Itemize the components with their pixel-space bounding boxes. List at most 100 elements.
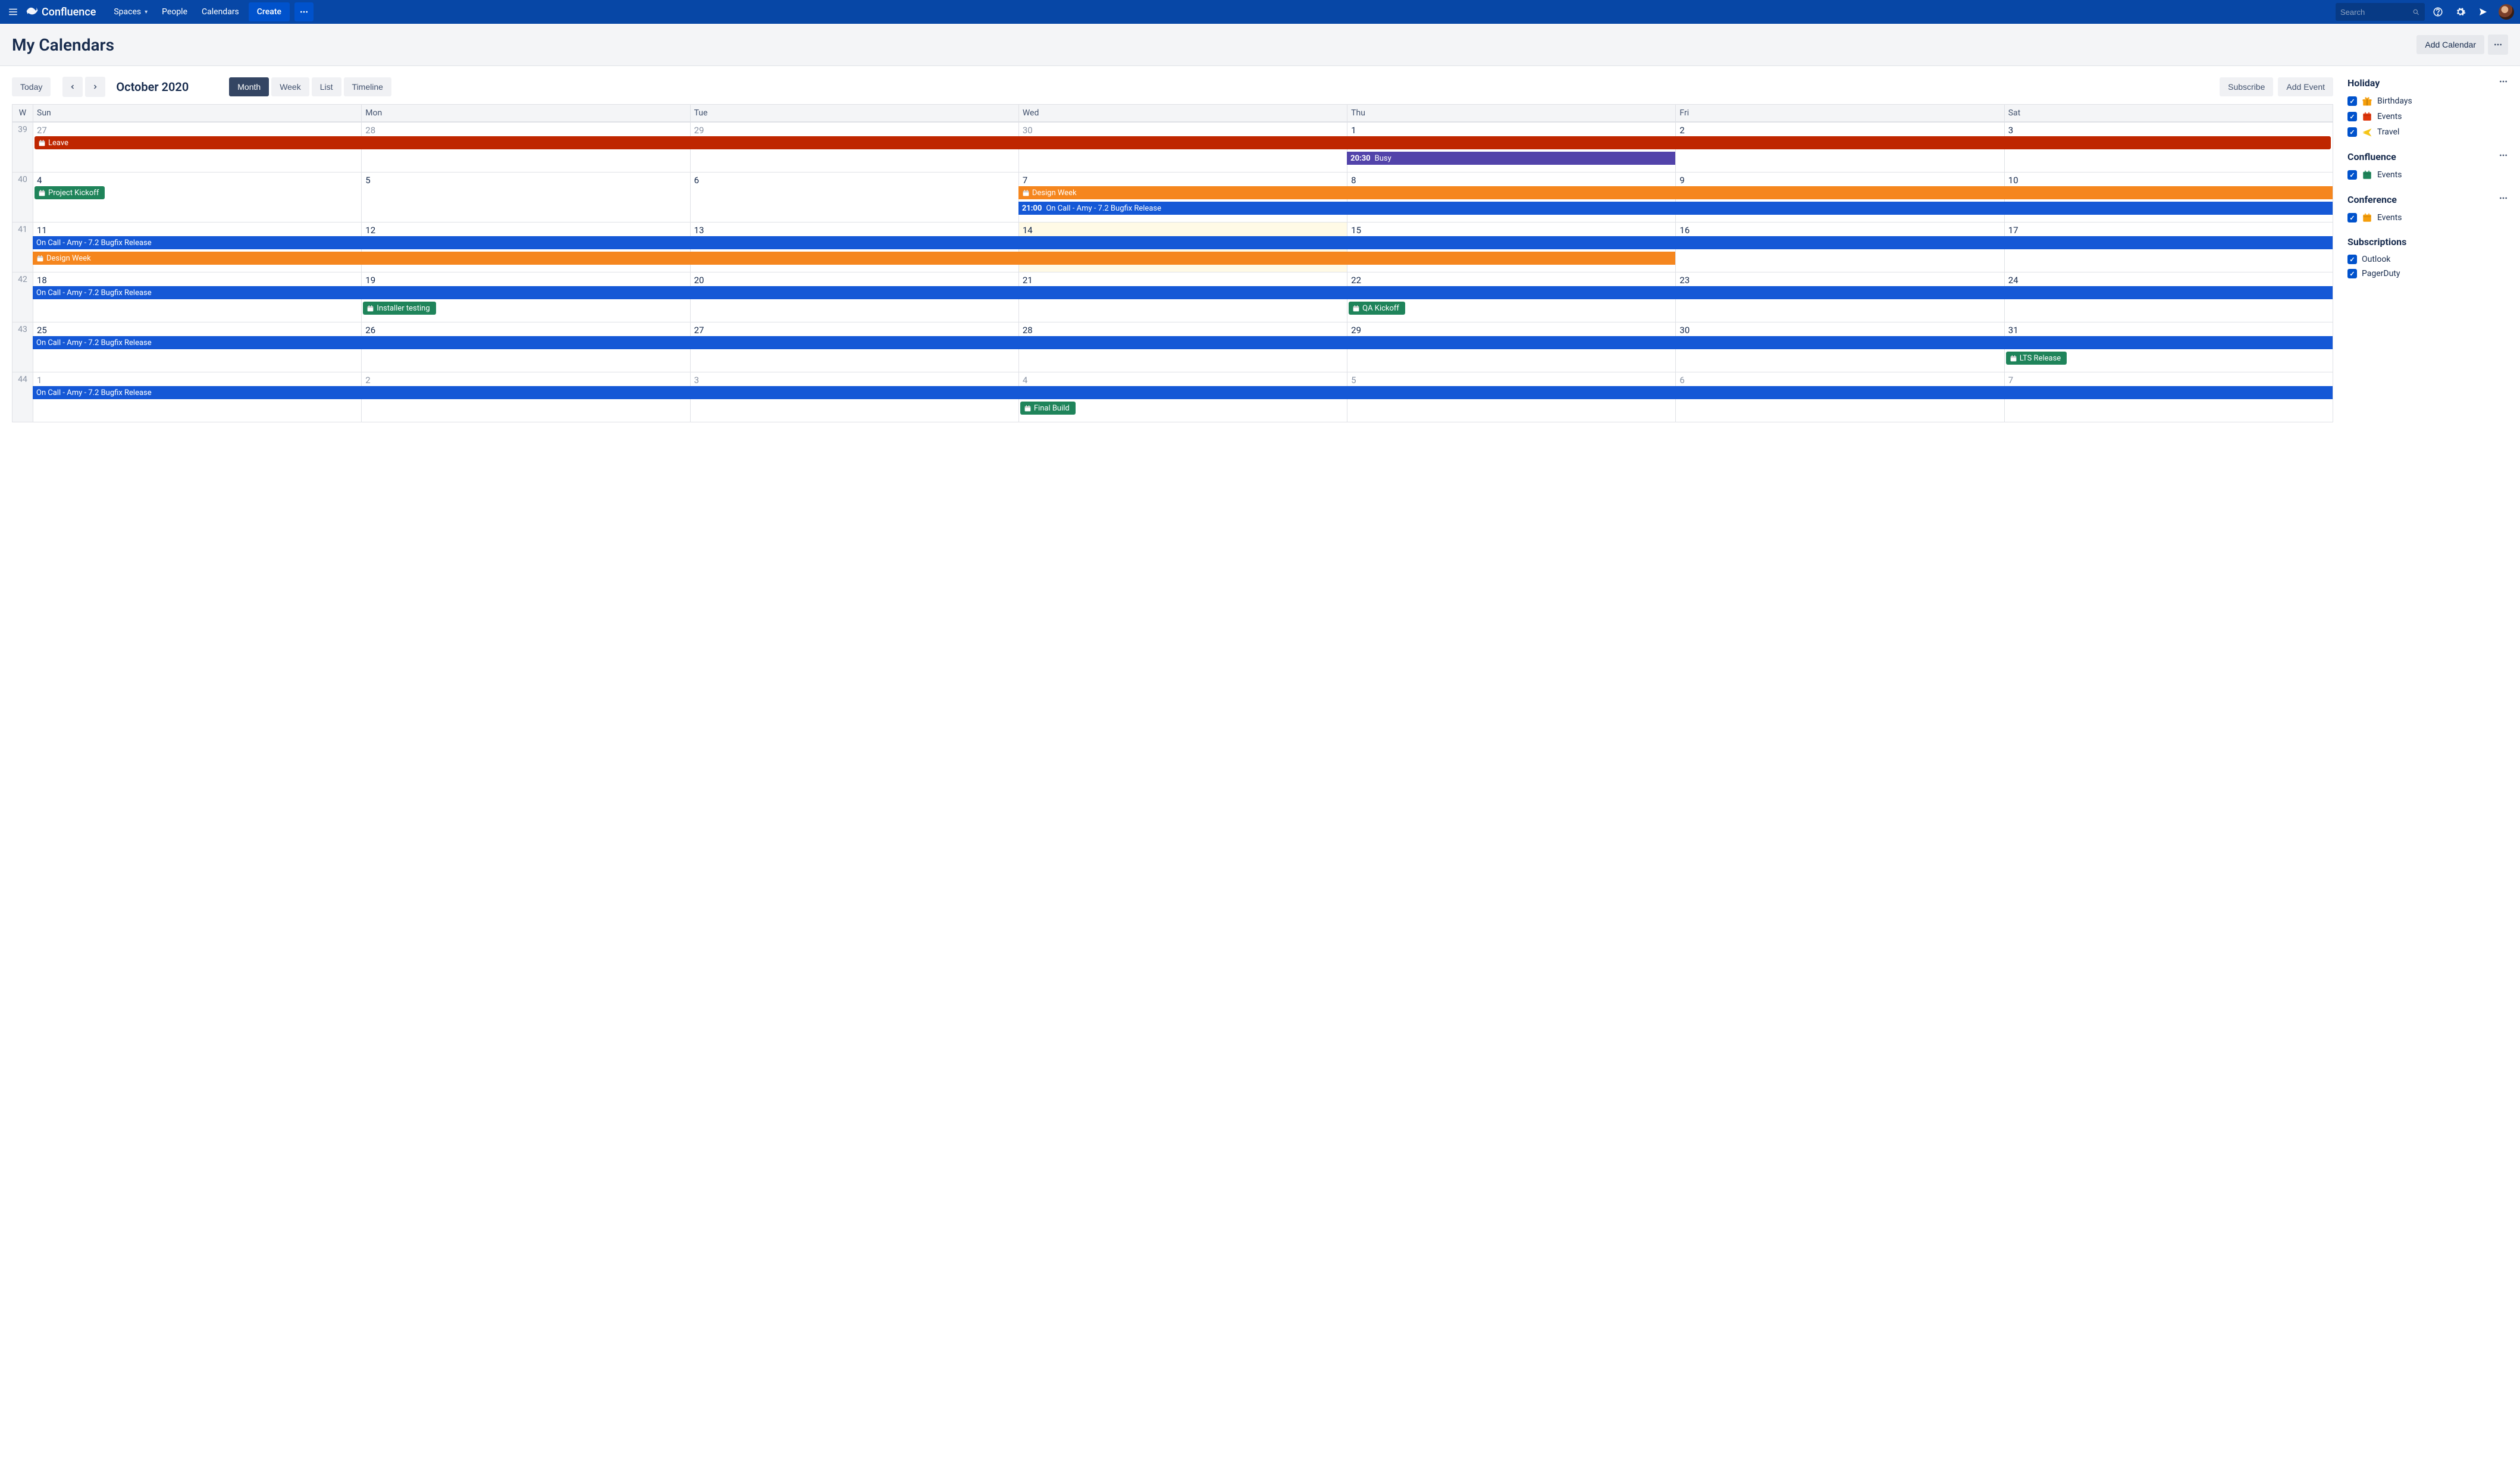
day-cell[interactable]: 6 <box>690 172 1018 222</box>
day-cell[interactable]: 5 <box>361 172 689 222</box>
prev-button[interactable] <box>62 77 83 97</box>
plane-icon <box>2362 127 2372 137</box>
nav-spaces[interactable]: Spaces <box>106 0 155 24</box>
view-tab-list[interactable]: List <box>312 77 341 96</box>
calendar-week-row: 3927282930123Leave20:30Busy <box>12 122 2333 172</box>
day-number: 26 <box>365 325 686 336</box>
sidebar-item-label: Events <box>2377 112 2402 121</box>
event-installer-testing[interactable]: Installer testing <box>363 302 435 315</box>
checkbox[interactable] <box>2347 213 2357 222</box>
view-tab-week[interactable]: Week <box>271 77 309 96</box>
event-busy[interactable]: 20:30Busy <box>1347 152 1675 165</box>
add-event-button[interactable]: Add Event <box>2278 77 2333 96</box>
day-number: 4 <box>37 175 358 186</box>
sidebar-item-pagerduty[interactable]: PagerDuty <box>2347 267 2508 281</box>
search-input[interactable] <box>2340 8 2408 17</box>
cal-icon <box>2362 212 2372 223</box>
day-number: 23 <box>1679 275 2000 286</box>
chevron-left-icon <box>69 83 76 90</box>
user-avatar[interactable] <box>2499 4 2514 20</box>
event-design-week[interactable]: Design Week <box>33 252 1675 265</box>
event-leave[interactable]: Leave <box>35 136 2331 149</box>
global-search[interactable] <box>2336 3 2425 21</box>
hamburger-icon[interactable] <box>6 5 20 19</box>
week-number: 43 <box>12 322 33 372</box>
checkbox[interactable] <box>2347 127 2357 137</box>
sidebar-group-title: Conference <box>2347 193 2508 205</box>
sidebar-item-label: PagerDuty <box>2362 269 2400 278</box>
sidebar-item-label: Travel <box>2377 127 2399 137</box>
checkbox[interactable] <box>2347 170 2357 180</box>
page-more-button[interactable] <box>2488 35 2508 55</box>
day-number: 15 <box>1351 225 1672 236</box>
checkbox[interactable] <box>2347 255 2357 264</box>
subscribe-button[interactable]: Subscribe <box>2220 77 2273 96</box>
day-number: 6 <box>694 175 1015 186</box>
add-calendar-button[interactable]: Add Calendar <box>2416 35 2484 54</box>
page-header: My Calendars Add Calendar <box>0 24 2520 66</box>
day-number: 7 <box>1023 175 1343 186</box>
calendar-header-row: WSunMonTueWedThuFriSat <box>12 105 2333 122</box>
event-on-call-amy-7-2-bugfix-release[interactable]: On Call - Amy - 7.2 Bugfix Release <box>33 386 2333 399</box>
sidebar-item-events[interactable]: Events <box>2347 167 2508 183</box>
checkbox[interactable] <box>2347 269 2357 278</box>
calendar-week-row: 441234567On Call - Amy - 7.2 Bugfix Rele… <box>12 372 2333 422</box>
help-icon[interactable] <box>2428 2 2447 21</box>
event-on-call-amy-7-2-bugfix-release[interactable]: On Call - Amy - 7.2 Bugfix Release <box>33 336 2333 349</box>
create-button[interactable]: Create <box>249 2 290 21</box>
sidebar-item-outlook[interactable]: Outlook <box>2347 252 2508 267</box>
sidebar-item-label: Events <box>2377 213 2402 222</box>
day-number: 4 <box>1023 375 1343 385</box>
sidebar-group-holiday: Holiday Birthdays Events Travel <box>2347 77 2508 140</box>
today-button[interactable]: Today <box>12 77 51 96</box>
day-number: 29 <box>694 125 1015 136</box>
day-number: 18 <box>37 275 358 286</box>
view-switcher: MonthWeekListTimeline <box>229 77 391 96</box>
sidebar-item-label: Events <box>2377 170 2402 180</box>
day-number: 27 <box>37 125 358 136</box>
gift-icon <box>2362 96 2372 106</box>
next-button[interactable] <box>85 77 105 97</box>
confluence-logo[interactable]: Confluence <box>26 6 96 18</box>
sidebar-item-travel[interactable]: Travel <box>2347 124 2508 140</box>
group-more-icon[interactable] <box>2499 151 2508 162</box>
sidebar-item-events[interactable]: Events <box>2347 210 2508 225</box>
calendar-week-row: 4111121314151617On Call - Amy - 7.2 Bugf… <box>12 222 2333 272</box>
day-number: 5 <box>1351 375 1672 385</box>
group-more-icon[interactable] <box>2499 77 2508 89</box>
event-project-kickoff[interactable]: Project Kickoff <box>35 186 105 199</box>
sidebar-item-events[interactable]: Events <box>2347 109 2508 124</box>
event-on-call-amy-7-2-bugfix-release[interactable]: On Call - Amy - 7.2 Bugfix Release <box>33 286 2333 299</box>
sidebar-item-birthdays[interactable]: Birthdays <box>2347 93 2508 109</box>
current-period-label: October 2020 <box>116 80 189 94</box>
sidebar-group-title: Holiday <box>2347 77 2508 89</box>
sidebar-item-label: Birthdays <box>2377 96 2412 106</box>
day-number: 24 <box>2008 275 2329 286</box>
event-lts-release[interactable]: LTS Release <box>2006 352 2067 365</box>
day-number: 17 <box>2008 225 2329 236</box>
notifications-icon[interactable] <box>2474 2 2493 21</box>
checkbox[interactable] <box>2347 112 2357 121</box>
event-design-week[interactable]: Design Week <box>1018 186 2333 199</box>
checkbox[interactable] <box>2347 96 2357 106</box>
view-tab-month[interactable]: Month <box>229 77 269 96</box>
day-number: 30 <box>1023 125 1343 136</box>
day-number: 22 <box>1351 275 1672 286</box>
event-qa-kickoff[interactable]: QA Kickoff <box>1349 302 1405 315</box>
nav-calendars[interactable]: Calendars <box>195 0 246 24</box>
day-number: 27 <box>694 325 1015 336</box>
day-header: Mon <box>361 105 689 121</box>
event-on-call-amy-7-2-bugfix-release[interactable]: 21:00On Call - Amy - 7.2 Bugfix Release <box>1018 202 2333 215</box>
nav-people[interactable]: People <box>155 0 195 24</box>
view-tab-timeline[interactable]: Timeline <box>344 77 391 96</box>
brand-name: Confluence <box>42 6 96 18</box>
event-on-call-amy-7-2-bugfix-release[interactable]: On Call - Amy - 7.2 Bugfix Release <box>33 236 2333 249</box>
day-number: 28 <box>1023 325 1343 336</box>
week-number: 42 <box>12 272 33 322</box>
event-final-build[interactable]: Final Build <box>1020 402 1076 415</box>
nav-more-button[interactable] <box>294 2 314 21</box>
group-more-icon[interactable] <box>2499 193 2508 205</box>
day-number: 1 <box>37 375 358 385</box>
settings-icon[interactable] <box>2451 2 2470 21</box>
cal-icon <box>2362 170 2372 180</box>
